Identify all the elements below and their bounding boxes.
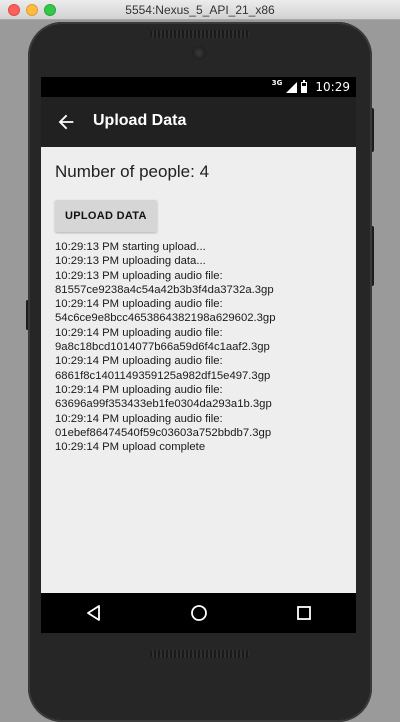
log-line: 10:29:14 PM uploading audio file: [55,298,223,311]
triangle-back-icon [86,605,100,621]
arrow-back-icon[interactable] [55,111,77,133]
log-line: 10:29:13 PM uploading audio file: [55,269,223,282]
status-bar: 3G 10:29 [41,77,356,97]
battery-icon [301,79,308,93]
bottom-speaker [150,650,250,658]
app-bar: Upload Data [41,97,356,147]
log-line: 6861f8c1401149359125a982df15e497.3gp [55,369,271,382]
log-line: 63696a99f353433eb1fe0304da293a1b.3gp [55,398,272,411]
log-line: 01ebef86474540f59c03603a752bbdb7.3gp [55,426,272,439]
log-line: 81557ce9238a4c54a42b3b3f4da3732a.3gp [55,283,274,296]
upload-data-button[interactable]: UPLOAD DATA [55,200,157,232]
nav-back-button[interactable] [74,593,114,633]
top-speaker [150,30,250,38]
nav-recents-button[interactable] [284,593,324,633]
network-type: 3G [271,79,283,87]
log-line: 9a8c18bcd1014077b66a59d6f4c1aaf2.3gp [55,341,270,354]
log-line: 10:29:14 PM uploading audio file: [55,383,223,396]
device-screen: 3G 10:29 Upload Data Number of people: 4… [41,77,356,633]
signal-icon [286,81,298,93]
window-title: 5554:Nexus_5_API_21_x86 [125,3,275,17]
navigation-bar [41,593,356,633]
page-title: Upload Data [93,112,187,129]
log-line: 10:29:14 PM upload complete [55,441,206,454]
circle-home-icon [190,605,207,621]
log-line: 54c6ce9e8bcc4653864382198a629602.3gp [55,312,276,325]
square-recents-icon [296,606,311,620]
log-line: 10:29:14 PM uploading audio file: [55,355,223,368]
main-content: Number of people: 4 UPLOAD DATA 10:29:13… [41,147,356,593]
log-line: 10:29:13 PM starting upload... [55,241,206,253]
window-titlebar: 5554:Nexus_5_API_21_x86 [0,0,400,20]
log-line: 10:29:13 PM uploading data... [55,255,206,268]
upload-log: 10:29:13 PM starting upload... 10:29:13 … [55,240,342,454]
people-count: Number of people: 4 [55,162,210,181]
front-camera [192,46,206,60]
log-line: 10:29:14 PM uploading audio file: [55,326,223,339]
status-clock: 10:29 [315,80,350,94]
log-line: 10:29:14 PM uploading audio file: [55,412,223,425]
nav-home-button[interactable] [179,593,219,633]
